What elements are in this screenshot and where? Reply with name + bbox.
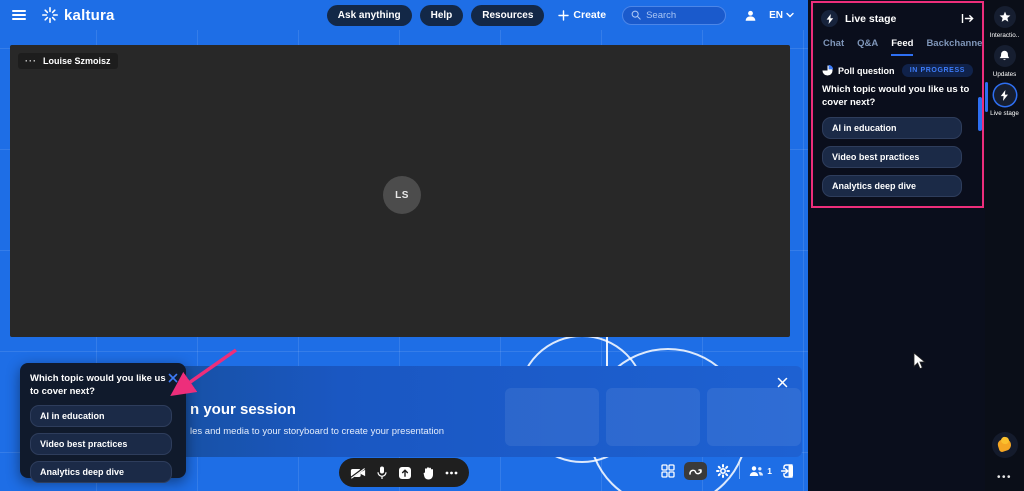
language-selector[interactable]: EN [769, 10, 794, 21]
layout-controls: 1 [661, 462, 794, 480]
banner-title: n your session [190, 401, 296, 418]
logo-text: kaltura [64, 7, 115, 24]
clap-reaction-button[interactable] [992, 432, 1018, 458]
speaker-menu-icon[interactable]: ··· [25, 56, 37, 66]
storyboard-tiles [505, 388, 801, 446]
tab-chat[interactable]: Chat [823, 38, 844, 56]
poll-settings-icon[interactable] [961, 206, 971, 208]
storyboard-tile[interactable] [606, 388, 700, 446]
lightning-bolt-icon [821, 10, 838, 27]
poll-option-button[interactable]: Video best practices [822, 146, 962, 168]
grid-view-button[interactable] [661, 464, 675, 478]
side-panel: Live stage Chat Q&A Feed Backchannel [808, 0, 985, 491]
tab-feed[interactable]: Feed [891, 38, 913, 56]
participant-count: 1 [767, 466, 772, 476]
controls-divider [739, 463, 740, 479]
rail-item-label: Live stage [990, 110, 1019, 117]
search-icon [631, 10, 641, 20]
popup-poll-question: Which topic would you like us to cover n… [30, 373, 168, 399]
right-rail: Interactio.. Updates Live stage ••• [985, 0, 1024, 491]
camera-off-button[interactable] [350, 467, 366, 479]
speaker-name-tag[interactable]: ··· Louise Szmoisz [18, 53, 118, 69]
ask-anything-button[interactable]: Ask anything [327, 5, 412, 26]
live-stage-header: Live stage [813, 3, 982, 31]
share-content-button[interactable] [398, 466, 412, 480]
kaltura-logo[interactable]: kaltura [42, 7, 115, 24]
popout-panel-icon[interactable] [961, 13, 974, 24]
rail-item-label: Interactio.. [990, 32, 1019, 39]
poll-option-button[interactable]: Analytics deep dive [822, 175, 962, 197]
search-input[interactable] [646, 10, 716, 21]
panel-tabs: Chat Q&A Feed Backchannel [813, 31, 982, 56]
poll-option-button[interactable]: AI in education [30, 405, 172, 427]
speaker-avatar: LS [383, 176, 421, 214]
speaker-name: Louise Szmoisz [43, 56, 111, 66]
rail-more-button[interactable]: ••• [997, 472, 1012, 483]
feed-poll-question: Which topic would you like us to cover n… [822, 84, 972, 110]
session-banner: n your session les and media to your sto… [142, 366, 802, 457]
poll-option-button[interactable]: AI in education [822, 117, 962, 139]
poll-option-button[interactable]: Video best practices [30, 433, 172, 455]
rail-item-updates[interactable]: Updates [985, 45, 1024, 78]
storyboard-view-button[interactable] [684, 462, 707, 480]
poll-option-button[interactable]: Analytics deep dive [30, 461, 172, 483]
rail-item-interactions[interactable]: Interactio.. [985, 6, 1024, 39]
stage-area: ··· Louise Szmoisz LS n your session les… [0, 30, 808, 491]
kaltura-app: kaltura Ask anything Help Resources Crea… [0, 0, 1024, 491]
star-icon [994, 6, 1016, 28]
account-icon[interactable] [744, 9, 757, 22]
banner-subtitle: les and media to your storyboard to crea… [190, 426, 444, 437]
media-toolbar [339, 458, 469, 487]
live-stage-panel: Live stage Chat Q&A Feed Backchannel [811, 1, 984, 208]
settings-button[interactable] [716, 464, 730, 478]
tab-qa[interactable]: Q&A [857, 38, 878, 56]
lightning-bolt-icon [994, 84, 1016, 106]
panel-title: Live stage [845, 13, 954, 25]
storyboard-tile[interactable] [505, 388, 599, 446]
speaker-video-tile: ··· Louise Szmoisz LS [10, 45, 790, 337]
chevron-down-icon [786, 12, 794, 18]
search-box[interactable] [622, 6, 726, 25]
kaltura-sunburst-icon [42, 7, 58, 23]
participants-button[interactable]: 1 [749, 465, 772, 477]
raise-hand-button[interactable] [423, 466, 434, 480]
pie-chart-icon [822, 65, 833, 76]
help-button[interactable]: Help [420, 5, 464, 26]
poll-type-label: Poll question [838, 66, 897, 76]
poll-notification-popup: Which topic would you like us to cover n… [20, 363, 186, 478]
hamburger-menu-icon[interactable] [12, 10, 26, 20]
bell-icon [994, 45, 1016, 67]
rail-item-label: Updates [993, 71, 1016, 78]
rail-item-live-stage[interactable]: Live stage [985, 84, 1024, 117]
create-button[interactable]: Create [558, 9, 606, 21]
poll-feed-card: Poll question IN PROGRESS Which topic wo… [813, 56, 982, 208]
popup-close-icon[interactable] [168, 370, 178, 388]
resources-button[interactable]: Resources [471, 5, 544, 26]
microphone-button[interactable] [377, 466, 387, 480]
storyboard-tile[interactable] [707, 388, 801, 446]
tab-backchannel[interactable]: Backchannel [926, 38, 984, 56]
panel-scrollbar[interactable] [978, 97, 982, 131]
poll-status-badge: IN PROGRESS [902, 64, 973, 77]
leave-session-button[interactable] [781, 464, 794, 478]
plus-icon [558, 10, 569, 21]
top-bar: kaltura Ask anything Help Resources Crea… [0, 0, 808, 30]
more-options-button[interactable] [445, 471, 458, 475]
